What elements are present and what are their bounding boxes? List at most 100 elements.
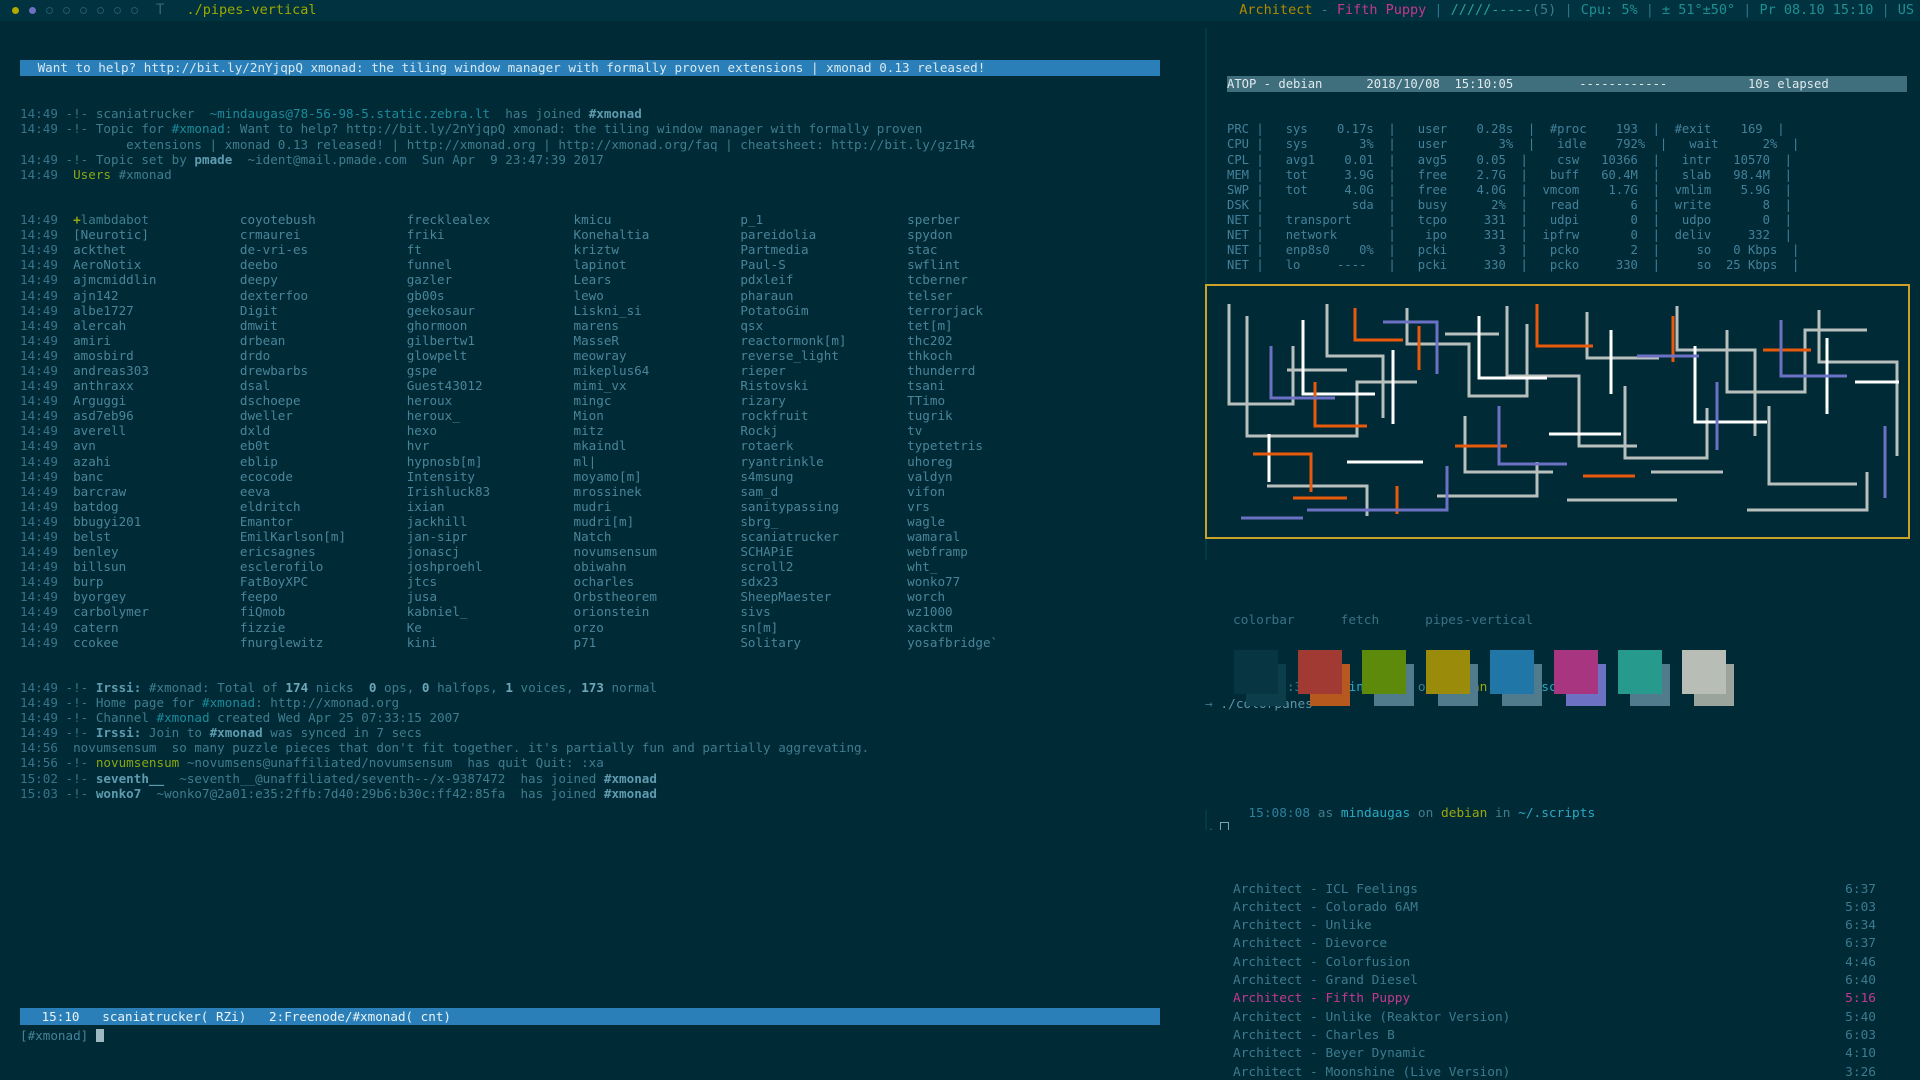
irc-nick[interactable]: billsun xyxy=(73,559,240,574)
irc-nick[interactable]: sam_d xyxy=(740,484,907,499)
irc-nick[interactable]: deebo xyxy=(240,257,407,272)
irc-nick[interactable]: sn[m] xyxy=(740,620,907,635)
irc-nick[interactable]: bbugyi201 xyxy=(73,514,240,529)
irc-nick[interactable]: burp xyxy=(73,574,240,589)
irc-nick[interactable]: Intensity xyxy=(407,469,574,484)
irc-nick[interactable]: heroux xyxy=(407,393,574,408)
irc-nick[interactable]: anthraxx xyxy=(73,378,240,393)
irc-nick[interactable]: gazler xyxy=(407,272,574,287)
irc-nick[interactable]: SheepMaester xyxy=(740,589,907,604)
irc-nick[interactable]: dxld xyxy=(240,423,407,438)
irc-nick[interactable]: eeva xyxy=(240,484,407,499)
irc-nick[interactable]: wagle xyxy=(907,514,1059,529)
irc-nick[interactable]: ccokee xyxy=(73,635,240,650)
irc-nick[interactable]: sanitypassing xyxy=(740,499,907,514)
irc-nick[interactable]: dsal xyxy=(240,378,407,393)
irc-nick[interactable]: orionstein xyxy=(574,604,741,619)
workspace-dot-7[interactable] xyxy=(114,7,121,14)
irc-nick[interactable]: mikeplus64 xyxy=(574,363,741,378)
irc-nick[interactable]: asd7eb96 xyxy=(73,408,240,423)
music-playlist[interactable]: Architect - ICL Feelings6:37Architect - … xyxy=(1205,830,1910,1074)
irc-nick[interactable]: ackthet xyxy=(73,242,240,257)
irc-nick[interactable]: banc xyxy=(73,469,240,484)
irc-nick[interactable]: albe1727 xyxy=(73,303,240,318)
irc-nick[interactable]: hypnosb[m] xyxy=(407,454,574,469)
playlist-row[interactable]: Architect - Colorado 6AM5:03 xyxy=(1205,899,1910,917)
irc-nick[interactable]: Solitary xyxy=(740,635,907,650)
irc-nick[interactable]: MasseR xyxy=(574,333,741,348)
irc-nick[interactable]: p71 xyxy=(574,635,741,650)
irc-nick[interactable]: tsani xyxy=(907,378,1059,393)
irc-nick[interactable]: Mion xyxy=(574,408,741,423)
playlist-row[interactable]: Architect - Unlike6:34 xyxy=(1205,917,1910,935)
workspace-dot-5[interactable] xyxy=(80,7,87,14)
irc-nick[interactable]: ghormoon xyxy=(407,318,574,333)
workspace-dot-1[interactable] xyxy=(12,7,19,14)
irc-nick[interactable]: drdo xyxy=(240,348,407,363)
irc-nick[interactable]: qsx xyxy=(740,318,907,333)
irc-nick[interactable]: scroll2 xyxy=(740,559,907,574)
irc-nick[interactable]: gb00s xyxy=(407,288,574,303)
irc-nick[interactable]: typetetris xyxy=(907,438,1059,453)
irc-nick[interactable]: funnel xyxy=(407,257,574,272)
irc-nick[interactable]: eblip xyxy=(240,454,407,469)
workspace-dot-3[interactable] xyxy=(46,7,53,14)
irc-nick[interactable]: tugrik xyxy=(907,408,1059,423)
irc-nick[interactable]: AeroNotix xyxy=(73,257,240,272)
irc-nick[interactable]: worch xyxy=(907,589,1059,604)
irc-nick[interactable]: s4msung xyxy=(740,469,907,484)
irc-nick[interactable]: batdog xyxy=(73,499,240,514)
irc-nick[interactable]: averell xyxy=(73,423,240,438)
irc-nick[interactable]: azahi xyxy=(73,454,240,469)
workspace-dot-4[interactable] xyxy=(63,7,70,14)
irc-nick[interactable]: thunderrd xyxy=(907,363,1059,378)
irc-nick[interactable]: deepy xyxy=(240,272,407,287)
irc-nick[interactable]: [Neurotic] xyxy=(73,227,240,242)
irc-nick[interactable]: friki xyxy=(407,227,574,242)
irc-nick[interactable]: EmilKarlson[m] xyxy=(240,529,407,544)
irc-nick[interactable]: Liskni_si xyxy=(574,303,741,318)
irc-nick[interactable]: rieper xyxy=(740,363,907,378)
irc-nick[interactable]: dmwit xyxy=(240,318,407,333)
irc-nick[interactable]: jan-sipr xyxy=(407,529,574,544)
shell-tab-row[interactable]: colorbarfetchpipes-vertical xyxy=(1205,594,1910,629)
irc-nick[interactable]: sbrg_ xyxy=(740,514,907,529)
irc-nick[interactable]: mitz xyxy=(574,423,741,438)
irc-nick[interactable]: mudri[m] xyxy=(574,514,741,529)
irc-nick[interactable]: esclerofilo xyxy=(240,559,407,574)
irc-nick[interactable]: vifon xyxy=(907,484,1059,499)
irc-nick[interactable]: webframp xyxy=(907,544,1059,559)
pipes-vertical-terminal[interactable] xyxy=(1205,284,1910,539)
irc-nick[interactable]: pareidolia xyxy=(740,227,907,242)
irc-nick[interactable]: terrorjack xyxy=(907,303,1059,318)
irc-nick[interactable]: valdyn xyxy=(907,469,1059,484)
irc-nick[interactable]: rockfruit xyxy=(740,408,907,423)
irc-nick[interactable]: reverse_light xyxy=(740,348,907,363)
irc-nick[interactable]: mkaindl xyxy=(574,438,741,453)
playlist-row[interactable]: Architect - Unlike (Reaktor Version)5:40 xyxy=(1205,1009,1910,1027)
irc-nick[interactable]: eb0t xyxy=(240,438,407,453)
irc-nick[interactable]: wht_ xyxy=(907,559,1059,574)
irc-nick[interactable]: ml| xyxy=(574,454,741,469)
irc-nick[interactable]: rizary xyxy=(740,393,907,408)
irc-nick[interactable]: telser xyxy=(907,288,1059,303)
irc-nick[interactable]: hvr xyxy=(407,438,574,453)
playlist-row[interactable]: Architect - Dievorce6:37 xyxy=(1205,935,1910,953)
irc-nick[interactable]: uhoreg xyxy=(907,454,1059,469)
irc-nick[interactable]: barcraw xyxy=(73,484,240,499)
irc-nick[interactable]: novumsensum xyxy=(574,544,741,559)
irc-nick[interactable]: frecklealex xyxy=(407,212,574,227)
irc-nick[interactable]: TTimo xyxy=(907,393,1059,408)
irc-nick[interactable]: p_1 xyxy=(740,212,907,227)
irc-nick[interactable]: ajmcmiddlin xyxy=(73,272,240,287)
irc-nick[interactable]: thc202 xyxy=(907,333,1059,348)
irc-nick[interactable]: feepo xyxy=(240,589,407,604)
irc-nick[interactable]: ixian xyxy=(407,499,574,514)
irc-nick[interactable]: stac xyxy=(907,242,1059,257)
irc-nick[interactable]: wonko77 xyxy=(907,574,1059,589)
irc-nick[interactable]: PotatoGim xyxy=(740,303,907,318)
playlist-row[interactable]: Architect - Colorfusion4:46 xyxy=(1205,954,1910,972)
irc-nick[interactable]: sivs xyxy=(740,604,907,619)
irc-nick[interactable]: moyamo[m] xyxy=(574,469,741,484)
irc-nick[interactable]: ryantrinkle xyxy=(740,454,907,469)
